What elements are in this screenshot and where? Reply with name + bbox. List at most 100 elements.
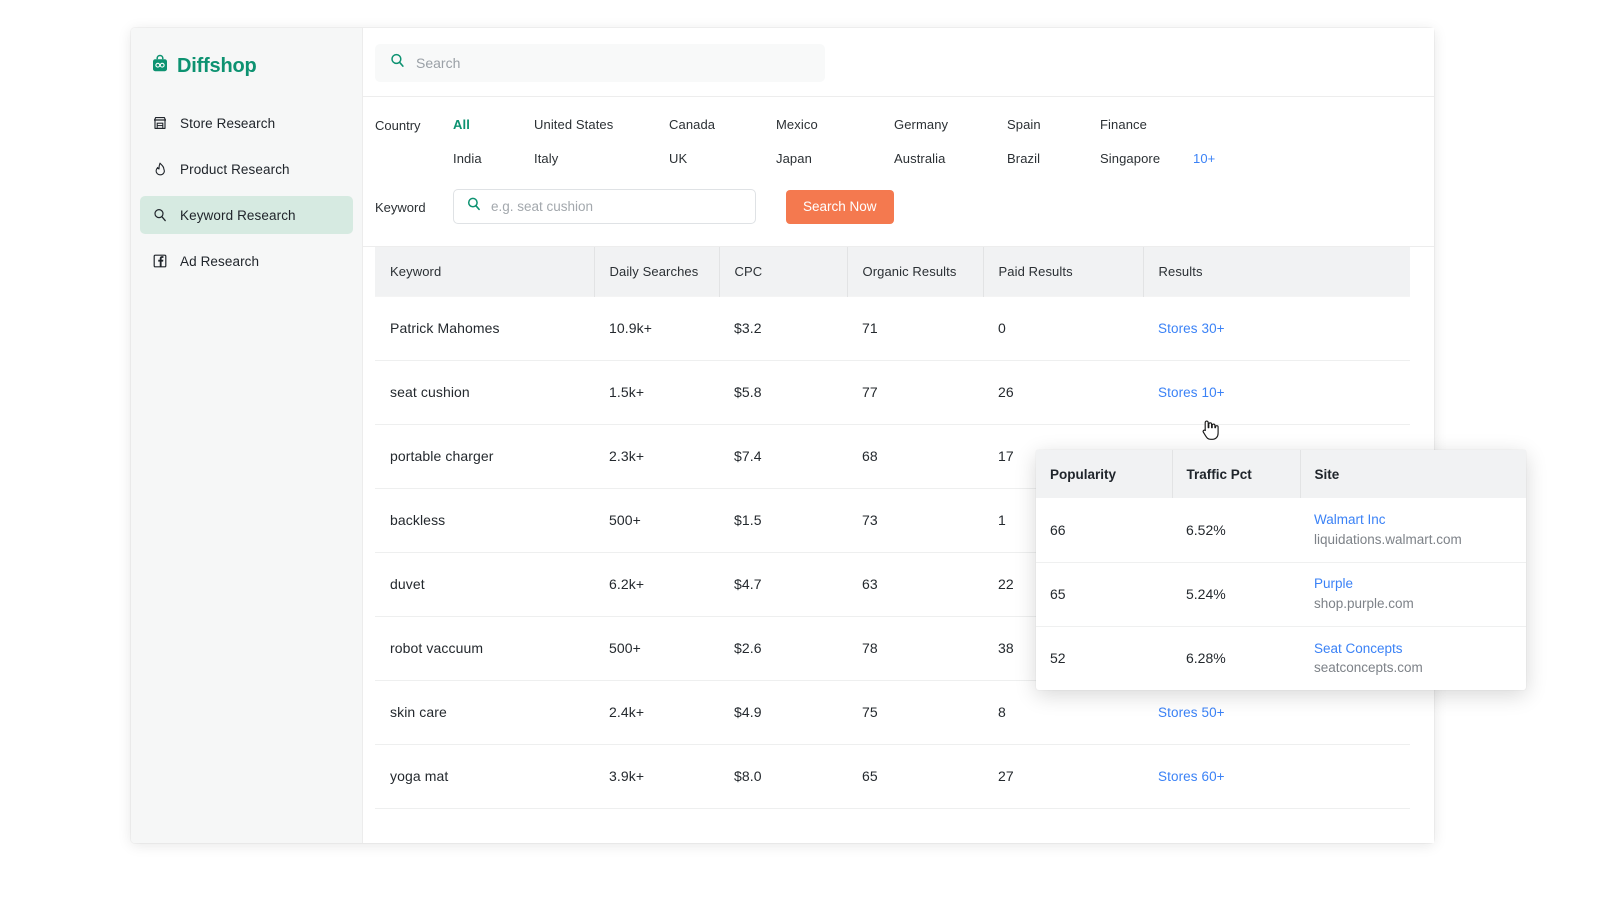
cell-cpc: $1.5 [719,488,847,552]
search-icon [466,196,482,217]
country-option-canada[interactable]: Canada [669,117,776,132]
country-option-singapore[interactable]: Singapore [1100,151,1193,166]
stores-detail-popup: Popularity Traffic Pct Site 66 6.52% Wal… [1036,450,1526,690]
sidebar-nav: Store Research Product Research Key [131,104,362,280]
sidebar-item-keyword-research[interactable]: Keyword Research [140,196,353,234]
sidebar-item-label: Product Research [180,162,290,177]
country-option-spain[interactable]: Spain [1007,117,1100,132]
cell-keyword: backless [375,488,594,552]
store-icon [152,115,168,131]
country-option-united-states[interactable]: United States [534,117,669,132]
cell-cpc: $4.7 [719,552,847,616]
site-name-link[interactable]: Walmart Inc [1314,510,1526,530]
stores-link[interactable]: Stores 30+ [1158,321,1225,336]
site-name-link[interactable]: Seat Concepts [1314,639,1526,659]
sidebar-item-ad-research[interactable]: Ad Research [140,242,353,280]
popup-row: 66 6.52% Walmart Inc liquidations.walmar… [1036,498,1526,562]
cell-organic-results: 65 [847,744,983,808]
brand-logo[interactable]: Diffshop [131,42,362,84]
popup-column-header-site: Site [1300,450,1526,498]
country-option-all[interactable]: All [453,117,534,132]
cell-organic-results: 63 [847,552,983,616]
country-option-spacer [1193,117,1233,132]
keyword-input[interactable]: e.g. seat cushion [453,189,756,224]
country-option-australia[interactable]: Australia [894,151,1007,166]
sidebar-item-store-research[interactable]: Store Research [140,104,353,142]
cell-cpc: $8.0 [719,744,847,808]
stores-link[interactable]: Stores 50+ [1158,705,1225,720]
country-option-india[interactable]: India [453,151,534,166]
cell-cpc: $2.6 [719,616,847,680]
column-header-cpc[interactable]: CPC [719,247,847,296]
column-header-keyword[interactable]: Keyword [375,247,594,296]
magnifier-icon [152,207,168,223]
keyword-input-placeholder: e.g. seat cushion [491,199,593,214]
cell-paid-results: 26 [983,360,1143,424]
filter-panel: Country All United States Canada Mexico … [363,97,1434,247]
country-option-uk[interactable]: UK [669,151,776,166]
cell-results: Stores 60+ [1143,744,1410,808]
table-row[interactable]: Patrick Mahomes 10.9k+ $3.2 71 0 Stores … [375,296,1410,360]
cell-cpc: $4.9 [719,680,847,744]
column-header-paid-results[interactable]: Paid Results [983,247,1143,296]
search-now-button[interactable]: Search Now [786,190,894,224]
country-option-italy[interactable]: Italy [534,151,669,166]
cell-keyword: yoga mat [375,744,594,808]
cell-daily-searches: 3.9k+ [594,744,719,808]
popup-cell-popularity: 65 [1036,562,1172,626]
cell-paid-results: 27 [983,744,1143,808]
popup-cell-site: Purple shop.purple.com [1300,562,1526,626]
sidebar-item-product-research[interactable]: Product Research [140,150,353,188]
cell-daily-searches: 500+ [594,488,719,552]
cell-daily-searches: 2.4k+ [594,680,719,744]
country-option-mexico[interactable]: Mexico [776,117,894,132]
popup-row: 52 6.28% Seat Concepts seatconcepts.com [1036,626,1526,690]
search-icon [389,52,406,74]
cell-cpc: $7.4 [719,424,847,488]
cell-cpc: $3.2 [719,296,847,360]
cell-keyword: seat cushion [375,360,594,424]
popup-column-header-popularity: Popularity [1036,450,1172,498]
site-name-link[interactable]: Purple [1314,574,1526,594]
facebook-box-icon [152,253,168,269]
flame-icon [152,161,168,177]
global-search-placeholder: Search [416,55,460,71]
sidebar-item-label: Ad Research [180,254,259,269]
popup-cell-traffic-pct: 6.52% [1172,498,1300,562]
popup-header-row: Popularity Traffic Pct Site [1036,450,1526,498]
cell-keyword: Patrick Mahomes [375,296,594,360]
cell-daily-searches: 6.2k+ [594,552,719,616]
column-header-results[interactable]: Results [1143,247,1410,296]
popup-cell-traffic-pct: 5.24% [1172,562,1300,626]
cell-keyword: duvet [375,552,594,616]
cell-keyword: robot vaccuum [375,616,594,680]
cell-organic-results: 68 [847,424,983,488]
sidebar: Diffshop Store Research [131,28,363,843]
popup-cell-traffic-pct: 6.28% [1172,626,1300,690]
popup-cell-site: Walmart Inc liquidations.walmart.com [1300,498,1526,562]
brand-name: Diffshop [177,55,257,78]
cell-organic-results: 75 [847,680,983,744]
country-option-germany[interactable]: Germany [894,117,1007,132]
sidebar-item-label: Keyword Research [180,208,296,223]
cell-keyword: skin care [375,680,594,744]
popup-cell-popularity: 66 [1036,498,1172,562]
table-row[interactable]: yoga mat 3.9k+ $8.0 65 27 Stores 60+ [375,744,1410,808]
stores-link[interactable]: Stores 60+ [1158,769,1225,784]
cell-daily-searches: 2.3k+ [594,424,719,488]
stores-link-hovered[interactable]: Stores 10+ [1158,385,1225,400]
column-header-organic-results[interactable]: Organic Results [847,247,983,296]
topbar: Search [363,28,1434,97]
country-option-japan[interactable]: Japan [776,151,894,166]
site-url: seatconcepts.com [1314,658,1526,678]
country-more-link[interactable]: 10+ [1193,151,1233,166]
table-row[interactable]: seat cushion 1.5k+ $5.8 77 26 Stores 10+ [375,360,1410,424]
column-header-daily-searches[interactable]: Daily Searches [594,247,719,296]
cell-paid-results: 0 [983,296,1143,360]
cell-results: Stores 30+ [1143,296,1410,360]
country-option-brazil[interactable]: Brazil [1007,151,1100,166]
app-window: Diffshop Store Research [131,28,1434,843]
country-option-finance[interactable]: Finance [1100,117,1193,132]
cell-daily-searches: 1.5k+ [594,360,719,424]
global-search-input[interactable]: Search [375,44,825,82]
